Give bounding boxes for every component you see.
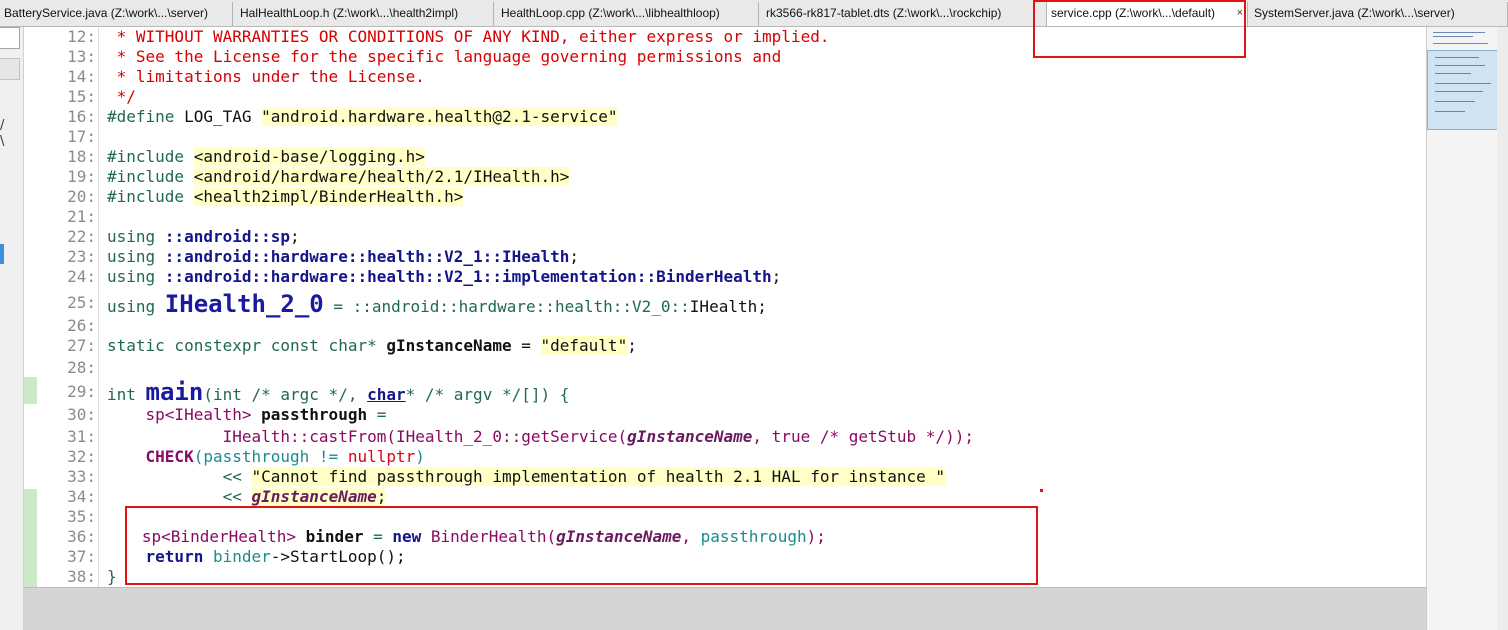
code-token: , true /* getStub */)); xyxy=(752,427,974,446)
tab-label: rk3566-rk817-tablet.dts (Z:\work\...\roc… xyxy=(766,6,1002,20)
code-lines: * WITHOUT WARRANTIES OR CONDITIONS OF AN… xyxy=(0,27,1426,587)
code-token: gInstanceName xyxy=(627,427,753,446)
code-string: <android/hardware/health/2.1/IHealth.h> xyxy=(193,167,570,186)
code-token: gInstanceName xyxy=(386,336,512,355)
annotation-dot xyxy=(1040,489,1043,492)
minimap-line xyxy=(1433,43,1488,44)
minimap-line xyxy=(1433,36,1473,37)
code-line-14: * limitations under the License. xyxy=(107,67,425,86)
code-token: #include xyxy=(107,167,194,186)
code-line-22: using ::android::sp; xyxy=(107,227,300,247)
code-token: (int /* argc */, xyxy=(203,385,368,404)
minimap-line xyxy=(1435,57,1479,58)
tab-label: HalHealthLoop.h (Z:\work\...\health2impl… xyxy=(240,6,459,20)
code-token: ; xyxy=(290,227,300,246)
annotation-box-tab xyxy=(1033,0,1246,58)
code-line-19: #include <android/hardware/health/2.1/IH… xyxy=(107,167,570,187)
code-token: char xyxy=(367,385,406,404)
code-token: using xyxy=(107,247,165,266)
code-token: = ::android::hardware::health::V2_0:: xyxy=(323,297,690,316)
tab-label: HealthLoop.cpp (Z:\work\...\libhealthloo… xyxy=(501,6,720,20)
tab-label: BatteryService.java (Z:\work\...\server) xyxy=(4,6,209,20)
code-line-31: IHealth::castFrom(IHealth_2_0::getServic… xyxy=(107,427,974,447)
code-line-32: CHECK(passthrough != nullptr) xyxy=(107,447,425,467)
tab-systemserver-java[interactable]: SystemServer.java (Z:\work\...\server) xyxy=(1250,2,1508,26)
code-line-24: using ::android::hardware::health::V2_1:… xyxy=(107,267,781,287)
code-token: ::android::hardware::health::V2_1::IHeal… xyxy=(164,247,570,266)
annotation-box-code xyxy=(125,506,1038,585)
minimap-line xyxy=(1435,83,1491,84)
horizontal-scrollbar[interactable] xyxy=(24,587,1426,630)
tab-bar: BatteryService.java (Z:\work\...\server)… xyxy=(0,0,1508,27)
code-token: (passthrough != xyxy=(193,447,348,466)
code-token: using xyxy=(107,267,165,286)
code-line-33: << "Cannot find passthrough implementati… xyxy=(107,467,946,487)
code-token: CHECK xyxy=(145,447,194,466)
minimap-line xyxy=(1433,32,1485,33)
code-token: sp<IHealth> xyxy=(107,405,262,424)
minimap-line xyxy=(1435,91,1483,92)
code-token: static constexpr const char* xyxy=(107,336,387,355)
minimap-viewport[interactable] xyxy=(1427,50,1499,130)
code-token: IHealth; xyxy=(689,297,767,316)
minimap-line xyxy=(1435,101,1475,102)
code-token: = xyxy=(511,336,541,355)
code-token: = xyxy=(367,405,387,424)
code-token: main xyxy=(145,378,204,406)
tab-healthloop-cpp[interactable]: HealthLoop.cpp (Z:\work\...\libhealthloo… xyxy=(497,2,759,26)
tab-rk3566-dts[interactable]: rk3566-rk817-tablet.dts (Z:\work\...\roc… xyxy=(762,2,1034,26)
code-string: "default" xyxy=(540,336,628,355)
code-token: ; xyxy=(771,267,782,286)
code-token: ; xyxy=(569,247,580,266)
code-line-27: static constexpr const char* gInstanceNa… xyxy=(107,336,637,356)
code-token: passthrough xyxy=(261,405,368,424)
minimap[interactable] xyxy=(1426,27,1508,630)
code-token: #include xyxy=(107,187,194,206)
code-token: LOG_TAG xyxy=(184,107,252,126)
code-line-16: #define LOG_TAG "android.hardware.health… xyxy=(107,107,618,127)
code-line-25: using IHealth_2_0 = ::android::hardware:… xyxy=(107,291,767,317)
code-token: ::android::sp xyxy=(164,227,291,246)
code-line-15: */ xyxy=(107,87,136,106)
code-token: gInstanceName xyxy=(251,487,377,506)
code-line-13: * See the License for the specific langu… xyxy=(107,47,782,66)
code-token: #include xyxy=(107,147,194,166)
code-token: IHealth_2_0 xyxy=(164,290,324,318)
code-token: * /* argv */[]) { xyxy=(405,385,570,404)
code-string: <android-base/logging.h> xyxy=(193,147,425,166)
tab-batteryservice-java[interactable]: BatteryService.java (Z:\work\...\server) xyxy=(0,2,233,26)
code-line-34: << gInstanceName; xyxy=(107,487,387,507)
code-line-20: #include <health2impl/BinderHealth.h> xyxy=(107,187,464,207)
code-token: nullptr xyxy=(347,447,416,466)
vertical-scrollbar[interactable] xyxy=(1497,27,1508,630)
code-line-30: sp<IHealth> passthrough = xyxy=(107,405,387,425)
minimap-line xyxy=(1435,65,1485,66)
code-token: << xyxy=(107,467,252,486)
tab-label: SystemServer.java (Z:\work\...\server) xyxy=(1254,6,1455,20)
code-line-23: using ::android::hardware::health::V2_1:… xyxy=(107,247,579,267)
code-string: "android.hardware.health@2.1-service" xyxy=(261,107,618,126)
code-line-12: * WITHOUT WARRANTIES OR CONDITIONS OF AN… xyxy=(107,27,830,46)
minimap-line xyxy=(1435,73,1471,74)
tab-halhealthloop-h[interactable]: HalHealthLoop.h (Z:\work\...\health2impl… xyxy=(236,2,494,26)
code-string: "Cannot find passthrough implementation … xyxy=(251,467,946,486)
code-token: using xyxy=(107,227,165,246)
code-token: ; xyxy=(376,487,387,506)
code-token: ; xyxy=(627,336,637,355)
code-token: ::android::hardware::health::V2_1::imple… xyxy=(164,267,772,286)
code-string: <health2impl/BinderHealth.h> xyxy=(193,187,464,206)
code-token: ) xyxy=(415,447,425,466)
code-token: #define xyxy=(107,107,185,126)
code-token: << xyxy=(107,487,252,506)
code-line-29: int main(int /* argc */, char* /* argv *… xyxy=(107,379,569,405)
code-token: IHealth::castFrom(IHealth_2_0::getServic… xyxy=(107,427,628,446)
minimap-line xyxy=(1435,111,1465,112)
code-line-18: #include <android-base/logging.h> xyxy=(107,147,425,167)
code-token: int xyxy=(107,385,146,404)
code-token: using xyxy=(107,297,165,316)
code-line-38: } xyxy=(107,567,117,586)
